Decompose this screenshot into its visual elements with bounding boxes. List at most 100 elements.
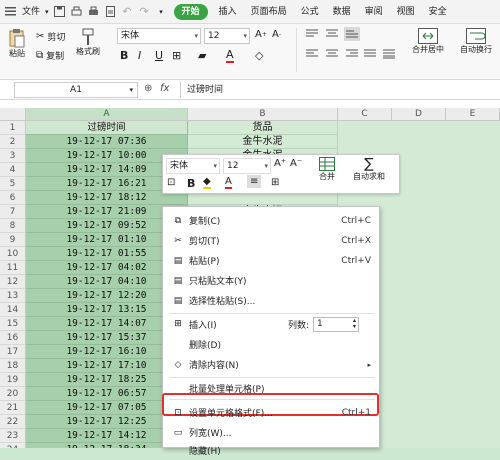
spinner-icon[interactable]: ▴ ▾	[353, 317, 356, 330]
auto-wrap-button[interactable]: 自动换行	[460, 28, 492, 55]
mini-align-icon[interactable]: ≡	[247, 175, 262, 188]
tab-security[interactable]: 安全	[422, 0, 454, 24]
align-right-icon[interactable]	[346, 49, 358, 59]
mini-border-icon[interactable]: ⊞	[271, 177, 279, 188]
tab-review[interactable]: 审阅	[358, 0, 390, 24]
tab-page-layout[interactable]: 页面布局	[244, 0, 294, 24]
fill-color-icon[interactable]: ▰	[198, 49, 206, 62]
mini-font-grow-icon[interactable]: A⁺	[274, 158, 286, 169]
file-menu-arrow-icon[interactable]: ▾	[43, 0, 51, 24]
save-icon[interactable]	[53, 5, 66, 18]
clear-format-icon[interactable]: ◇	[255, 49, 263, 62]
cell-a[interactable]: 过磅时间	[26, 121, 188, 135]
row-header[interactable]: 6	[0, 191, 26, 205]
merge-center-button[interactable]: 合并居中	[412, 28, 444, 55]
menu-item-clear-contents[interactable]: ◇ 清除内容(N) ▸	[163, 355, 379, 374]
row-header[interactable]: 10	[0, 247, 26, 261]
column-header-c[interactable]: C	[338, 108, 392, 121]
row-header[interactable]: 21	[0, 401, 26, 415]
bold-button[interactable]: B	[120, 49, 128, 62]
row-header[interactable]: 3	[0, 149, 26, 163]
formula-input[interactable]: 过磅时间	[180, 82, 500, 98]
justify-icon[interactable]	[364, 49, 376, 59]
print-icon[interactable]	[87, 5, 100, 18]
fx-icon[interactable]: fx	[160, 83, 169, 94]
row-header[interactable]: 5	[0, 177, 26, 191]
row-header[interactable]: 14	[0, 303, 26, 317]
row-header[interactable]: 2	[0, 135, 26, 149]
row-header[interactable]: 1	[0, 121, 26, 135]
mini-merge-button[interactable]: 合并	[319, 157, 335, 182]
mini-format-icon[interactable]: ⊡	[167, 177, 175, 188]
align-bottom-icon[interactable]	[344, 27, 360, 41]
zoom-icon[interactable]: ⊕	[144, 83, 152, 94]
cell-a[interactable]: 19-12-17 07:36	[26, 135, 188, 149]
paste-button[interactable]: 粘贴	[6, 28, 28, 59]
name-box[interactable]: A1 ▾	[14, 82, 138, 98]
row-header[interactable]: 4	[0, 163, 26, 177]
menu-item-paste-text-only[interactable]: ▤ 只粘贴文本(Y)	[163, 271, 379, 290]
row-header[interactable]: 15	[0, 317, 26, 331]
font-size-select[interactable]: 12 ▾	[204, 28, 250, 44]
menu-item-column-width[interactable]: ▭ 列宽(W)...	[163, 423, 379, 442]
tab-data[interactable]: 数据	[326, 0, 358, 24]
mini-autosum-button[interactable]: ∑ 自动求和	[353, 157, 385, 182]
row-header[interactable]: 19	[0, 373, 26, 387]
tab-view[interactable]: 视图	[390, 0, 422, 24]
align-center-icon[interactable]	[326, 49, 338, 59]
format-painter-button[interactable]: 格式刷	[76, 28, 100, 57]
row-header[interactable]: 20	[0, 387, 26, 401]
distribute-icon[interactable]	[383, 49, 395, 59]
row-header[interactable]: 12	[0, 275, 26, 289]
mini-size-select[interactable]: 12 ▾	[223, 158, 271, 174]
row-header[interactable]: 11	[0, 261, 26, 275]
align-left-icon[interactable]	[306, 49, 318, 59]
menu-item-paste-special[interactable]: ▤ 选择性粘贴(S)...	[163, 291, 379, 310]
row-header[interactable]: 24	[0, 443, 26, 448]
mini-font-color-icon[interactable]: A	[225, 176, 232, 189]
row-header[interactable]: 17	[0, 345, 26, 359]
cut-button[interactable]: ✂ 剪切	[36, 30, 65, 43]
redo-icon[interactable]: ↷	[138, 5, 151, 18]
tab-formulas[interactable]: 公式	[294, 0, 326, 24]
menu-item-delete[interactable]: 删除(D)	[163, 335, 379, 354]
align-middle-icon[interactable]	[326, 29, 338, 39]
row-header[interactable]: 16	[0, 331, 26, 345]
underline-button[interactable]: U	[155, 49, 163, 62]
menu-item-paste[interactable]: ▤ 粘贴(P) Ctrl+V	[163, 251, 379, 270]
mini-bold-button[interactable]: B	[187, 177, 195, 190]
select-all-corner[interactable]	[0, 108, 26, 121]
undo-icon[interactable]: ↶	[121, 5, 134, 18]
cell-b[interactable]: 货品	[188, 121, 338, 135]
font-shrink-icon[interactable]: A-	[272, 29, 281, 40]
cell-b[interactable]: 金牛水泥	[188, 135, 338, 149]
row-header[interactable]: 8	[0, 219, 26, 233]
menu-item-hide[interactable]: 隐藏(H)	[163, 441, 379, 460]
font-name-select[interactable]: 宋体 ▾	[117, 28, 201, 44]
align-top-icon[interactable]	[306, 29, 318, 39]
insert-columns-input[interactable]: 1 ▴ ▾	[313, 316, 359, 332]
row-header[interactable]: 7	[0, 205, 26, 219]
file-menu[interactable]: 文件	[19, 0, 43, 24]
tab-home[interactable]: 开始	[173, 3, 208, 20]
mini-fill-color-icon[interactable]: ◆	[203, 176, 211, 189]
column-header-d[interactable]: D	[392, 108, 446, 121]
row-header[interactable]: 13	[0, 289, 26, 303]
mini-font-select[interactable]: 宋体 ▾	[166, 158, 220, 174]
menu-item-insert[interactable]: ⊞ 插入(I) 列数: 1 ▴ ▾	[163, 313, 379, 335]
menu-item-cut[interactable]: ✂ 剪切(T) Ctrl+X	[163, 231, 379, 250]
tab-insert[interactable]: 插入	[212, 0, 244, 24]
row-header[interactable]: 9	[0, 233, 26, 247]
mini-font-shrink-icon[interactable]: A⁻	[290, 158, 302, 169]
border-icon[interactable]: ⊞	[172, 49, 181, 62]
more-arrow-icon[interactable]: ▾	[155, 5, 168, 18]
font-color-icon[interactable]: A	[226, 48, 234, 63]
row-header[interactable]: 18	[0, 359, 26, 373]
column-header-e[interactable]: E	[446, 108, 500, 121]
column-header-b[interactable]: B	[188, 108, 338, 121]
menu-item-format-cells[interactable]: ⊡ 设置单元格格式(F)... Ctrl+1	[163, 403, 379, 422]
copy-button[interactable]: ⧉ 复制	[36, 49, 64, 62]
row-header[interactable]: 22	[0, 415, 26, 429]
export-pdf-icon[interactable]	[104, 5, 117, 18]
row-header[interactable]: 23	[0, 429, 26, 443]
